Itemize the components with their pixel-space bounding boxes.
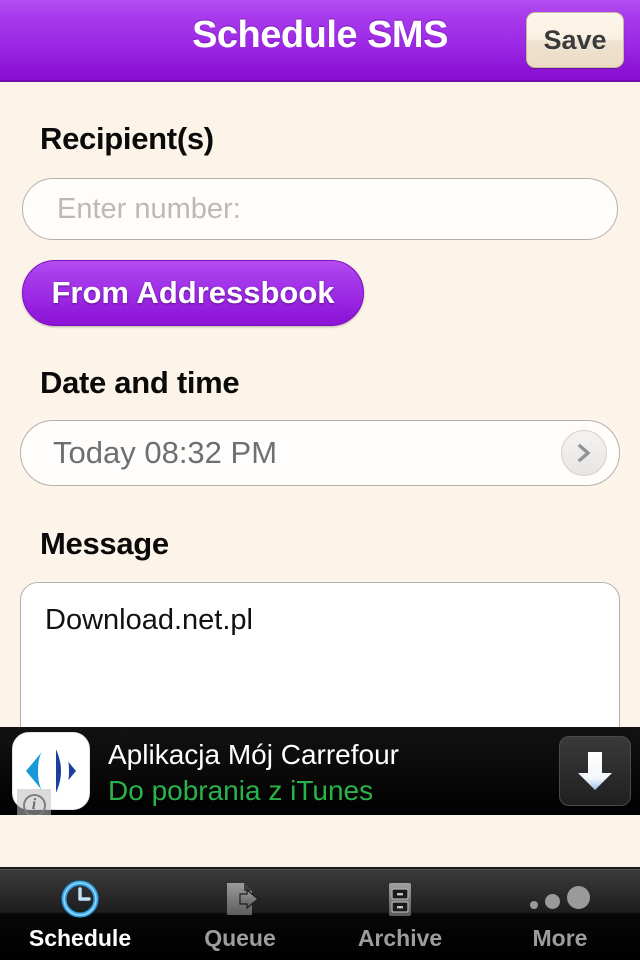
tab-queue-label: Queue (204, 925, 276, 951)
ad-banner[interactable]: i Aplikacja Mój Carrefour Do pobrania z … (0, 727, 640, 815)
message-textarea[interactable]: Download.net.pl (20, 582, 620, 732)
recipient-input[interactable]: Enter number: (22, 178, 618, 240)
datetime-label: Date and time (40, 365, 240, 400)
ellipsis-icon (530, 878, 590, 920)
tab-schedule-label: Schedule (28, 925, 132, 951)
tab-more[interactable]: More (480, 870, 640, 960)
ad-info-badge[interactable]: i (17, 789, 51, 815)
tab-queue[interactable]: Queue (160, 870, 320, 960)
message-value: Download.net.pl (45, 604, 253, 636)
recipient-placeholder: Enter number: (57, 192, 241, 225)
tab-archive-label: Archive (357, 925, 443, 951)
main-content: Recipient(s) Enter number: From Addressb… (0, 82, 640, 732)
chevron-right-icon[interactable] (561, 430, 607, 476)
message-label: Message (40, 526, 169, 561)
ad-subtitle: Do pobrania z iTunes (108, 775, 374, 806)
ad-title: Aplikacja Mój Carrefour (108, 739, 399, 770)
recipients-label: Recipient(s) (40, 121, 214, 156)
carrefour-logo: i (12, 732, 90, 815)
file-cabinet-icon (380, 878, 420, 920)
navigation-bar: Schedule SMS Save (0, 0, 640, 82)
clock-icon (60, 878, 100, 920)
download-arrow-icon (578, 752, 612, 790)
document-arrow-icon (220, 878, 260, 920)
info-icon: i (22, 793, 46, 815)
from-addressbook-button[interactable]: From Addressbook (22, 260, 364, 326)
tab-more-label: More (532, 925, 588, 951)
datetime-value: Today 08:32 PM (53, 435, 278, 470)
app-screen: Schedule SMS Save Recipient(s) Enter num… (0, 0, 640, 960)
content-bottom-strip (0, 815, 640, 869)
save-button[interactable]: Save (526, 12, 624, 68)
tab-bar: Schedule Queue Archive More (0, 869, 640, 960)
datetime-field[interactable]: Today 08:32 PM (20, 420, 620, 486)
tab-archive[interactable]: Archive (320, 870, 480, 960)
ad-download-button[interactable] (559, 736, 631, 806)
tab-schedule[interactable]: Schedule (0, 870, 160, 960)
